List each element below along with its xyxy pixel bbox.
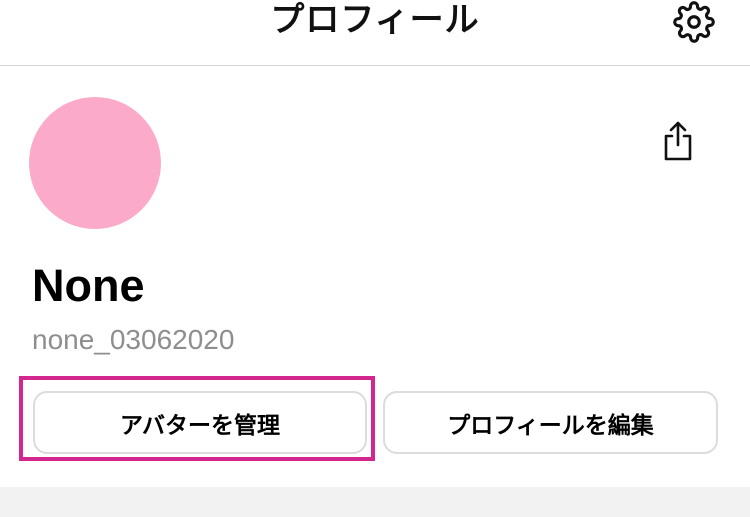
avatar[interactable] [29, 97, 161, 229]
section-divider [0, 487, 750, 517]
gear-icon [673, 1, 715, 43]
page-title: プロフィール [270, 0, 480, 40]
username: none_03062020 [32, 324, 235, 355]
share-icon [664, 121, 692, 161]
display-name: None [32, 260, 145, 311]
share-button[interactable] [655, 116, 701, 166]
settings-button[interactable] [668, 0, 720, 44]
manage-avatar-button[interactable]: アバターを管理 [33, 391, 367, 454]
edit-profile-button[interactable]: プロフィールを編集 [383, 391, 718, 454]
header-bar: プロフィール [0, 0, 750, 66]
